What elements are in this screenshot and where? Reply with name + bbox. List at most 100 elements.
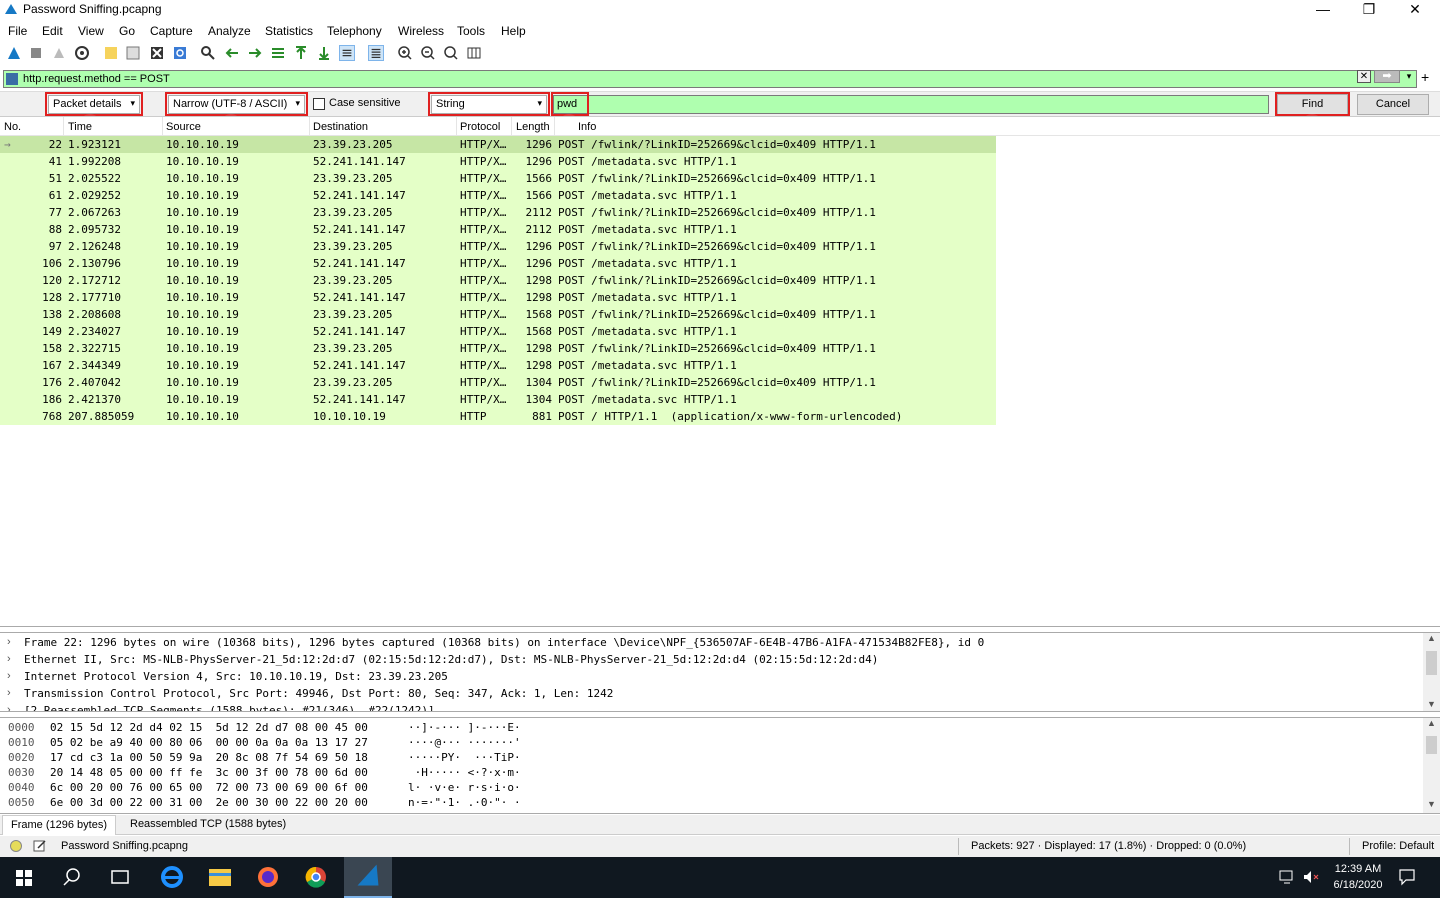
packet-row[interactable]: 176 2.407042 10.10.10.19 23.39.23.205 HTTP/X… <box>0 374 996 391</box>
menu-help[interactable]: Help <box>501 24 526 38</box>
go-to-packet-icon[interactable] <box>270 45 286 61</box>
column-separator[interactable] <box>554 117 555 135</box>
reload-file-icon[interactable] <box>172 45 188 61</box>
packet-row[interactable]: 138 2.208608 10.10.10.19 23.39.23.205 HTTP/X… <box>0 306 996 323</box>
close-file-icon[interactable] <box>149 45 165 61</box>
restart-capture-icon[interactable] <box>51 45 67 61</box>
resize-columns-icon[interactable] <box>466 45 482 61</box>
notifications-icon[interactable] <box>1398 868 1416 886</box>
display-filter-input[interactable]: http.request.method == POST <box>3 70 1417 88</box>
task-view-icon[interactable] <box>96 857 144 898</box>
filter-history-dropdown-icon[interactable]: ▾ <box>1403 70 1415 83</box>
chevron-right-icon[interactable]: › <box>7 651 11 668</box>
zoom-in-icon[interactable] <box>397 45 413 61</box>
menu-tools[interactable]: Tools <box>457 24 485 38</box>
packet-row[interactable]: 77 2.067263 10.10.10.19 23.39.23.205 HTTP/X…… <box>0 204 996 221</box>
colorize-icon[interactable] <box>368 45 384 61</box>
packet-row[interactable]: → 22 1.923121 10.10.10.19 23.39.23.205 HTTP/X… <box>0 136 996 153</box>
firefox-icon[interactable] <box>244 857 292 898</box>
search-icon[interactable] <box>48 857 96 898</box>
column-no[interactable]: No. <box>4 121 21 133</box>
minimize-button[interactable]: — <box>1300 0 1346 20</box>
column-info[interactable]: Info <box>578 121 596 133</box>
last-packet-icon[interactable] <box>316 45 332 61</box>
packet-row[interactable]: 158 2.322715 10.10.10.19 23.39.23.205 HTTP/X… <box>0 340 996 357</box>
chevron-right-icon[interactable]: › <box>7 634 11 651</box>
column-separator[interactable] <box>309 117 310 135</box>
scroll-up-icon[interactable]: ▲ <box>1423 633 1440 647</box>
expert-info-icon[interactable] <box>10 840 22 852</box>
wireshark-taskbar-icon[interactable] <box>344 857 392 898</box>
zoom-reset-icon[interactable] <box>443 45 459 61</box>
find-packet-icon[interactable] <box>200 45 216 61</box>
first-packet-icon[interactable] <box>293 45 309 61</box>
column-separator[interactable] <box>162 117 163 135</box>
capture-options-icon[interactable] <box>74 45 90 61</box>
column-separator[interactable] <box>456 117 457 135</box>
autoscroll-icon[interactable] <box>339 45 355 61</box>
volume-icon[interactable] <box>1302 869 1320 885</box>
scroll-down-icon[interactable]: ▼ <box>1423 699 1440 711</box>
menu-wireless[interactable]: Wireless <box>398 24 444 38</box>
file-explorer-icon[interactable] <box>196 857 244 898</box>
menu-statistics[interactable]: Statistics <box>265 24 313 38</box>
packet-bytes-pane[interactable]: 0000 02 15 5d 12 2d d4 02 15 5d 12 2d d7 … <box>0 717 1440 814</box>
close-button[interactable]: ✕ <box>1392 0 1438 20</box>
internet-explorer-icon[interactable] <box>148 857 196 898</box>
windows-start-icon[interactable] <box>0 857 48 898</box>
menu-file[interactable]: File <box>8 24 27 38</box>
packet-row[interactable]: 128 2.177710 10.10.10.19 52.241.141.147 HTTP… <box>0 289 996 306</box>
packet-row[interactable]: 97 2.126248 10.10.10.19 23.39.23.205 HTTP/X…… <box>0 238 996 255</box>
column-separator[interactable] <box>511 117 512 135</box>
scroll-thumb[interactable] <box>1426 736 1437 754</box>
chevron-right-icon[interactable]: › <box>7 685 11 702</box>
packet-list[interactable]: No. Time Source Destination Protocol Len… <box>0 116 1440 627</box>
menu-edit[interactable]: Edit <box>42 24 63 38</box>
add-filter-button-icon[interactable]: + <box>1421 69 1429 85</box>
column-destination[interactable]: Destination <box>313 121 368 133</box>
menu-capture[interactable]: Capture <box>150 24 193 38</box>
stop-capture-icon[interactable] <box>28 45 44 61</box>
scroll-down-icon[interactable]: ▼ <box>1423 799 1440 813</box>
column-source[interactable]: Source <box>166 121 201 133</box>
packet-row[interactable]: 120 2.172712 10.10.10.19 23.39.23.205 HTTP/X… <box>0 272 996 289</box>
taskbar-clock[interactable]: 12:39 AM 6/18/2020 <box>1330 861 1386 893</box>
network-icon[interactable] <box>1278 869 1296 885</box>
open-file-icon[interactable] <box>103 45 119 61</box>
cancel-button[interactable]: Cancel <box>1357 94 1429 115</box>
capture-comment-icon[interactable] <box>33 839 47 853</box>
bytes-scrollbar[interactable]: ▲ ▼ <box>1423 718 1440 813</box>
packet-row[interactable]: 61 2.029252 10.10.10.19 52.241.141.147 HTTP/… <box>0 187 996 204</box>
packet-row[interactable]: 186 2.421370 10.10.10.19 52.241.141.147 HTTP… <box>0 391 996 408</box>
go-forward-icon[interactable] <box>247 45 263 61</box>
packet-row[interactable]: 167 2.344349 10.10.10.19 52.241.141.147 HTTP… <box>0 357 996 374</box>
start-capture-icon[interactable] <box>6 45 22 61</box>
tab-frame[interactable]: Frame (1296 bytes) <box>2 815 116 835</box>
packet-row[interactable]: 768 207.885059 10.10.10.10 10.10.10.19 HTTP 8… <box>0 408 996 425</box>
status-profile[interactable]: Profile: Default <box>1362 840 1434 852</box>
packet-details-pane[interactable]: › Frame 22: 1296 bytes on wire (10368 bit… <box>0 632 1440 712</box>
details-scrollbar[interactable]: ▲ ▼ <box>1423 633 1440 711</box>
menu-telephony[interactable]: Telephony <box>327 24 382 38</box>
menu-go[interactable]: Go <box>119 24 135 38</box>
chrome-icon[interactable] <box>292 857 340 898</box>
chevron-right-icon[interactable]: › <box>7 702 11 711</box>
clear-filter-icon[interactable]: ✕ <box>1357 70 1371 83</box>
menu-analyze[interactable]: Analyze <box>208 24 251 38</box>
save-file-icon[interactable] <box>125 45 141 61</box>
packet-row[interactable]: 51 2.025522 10.10.10.19 23.39.23.205 HTTP/X…… <box>0 170 996 187</box>
search-value-input[interactable]: pwd <box>553 95 1269 114</box>
apply-filter-icon[interactable]: ➡ <box>1374 70 1400 83</box>
packet-row[interactable]: 88 2.095732 10.10.10.19 52.241.141.147 HTTP/… <box>0 221 996 238</box>
zoom-out-icon[interactable] <box>420 45 436 61</box>
restore-button[interactable]: ❐ <box>1346 0 1392 20</box>
bookmark-icon[interactable] <box>6 73 18 85</box>
column-length[interactable]: Length <box>516 121 550 133</box>
tab-reassembled-tcp[interactable]: Reassembled TCP (1588 bytes) <box>122 815 294 835</box>
scroll-up-icon[interactable]: ▲ <box>1423 718 1440 732</box>
column-time[interactable]: Time <box>68 121 92 133</box>
packet-row[interactable]: 106 2.130796 10.10.10.19 52.241.141.147 HTTP… <box>0 255 996 272</box>
packet-row[interactable]: 41 1.992208 10.10.10.19 52.241.141.147 HTTP/… <box>0 153 996 170</box>
chevron-right-icon[interactable]: › <box>7 668 11 685</box>
column-separator[interactable] <box>63 117 64 135</box>
